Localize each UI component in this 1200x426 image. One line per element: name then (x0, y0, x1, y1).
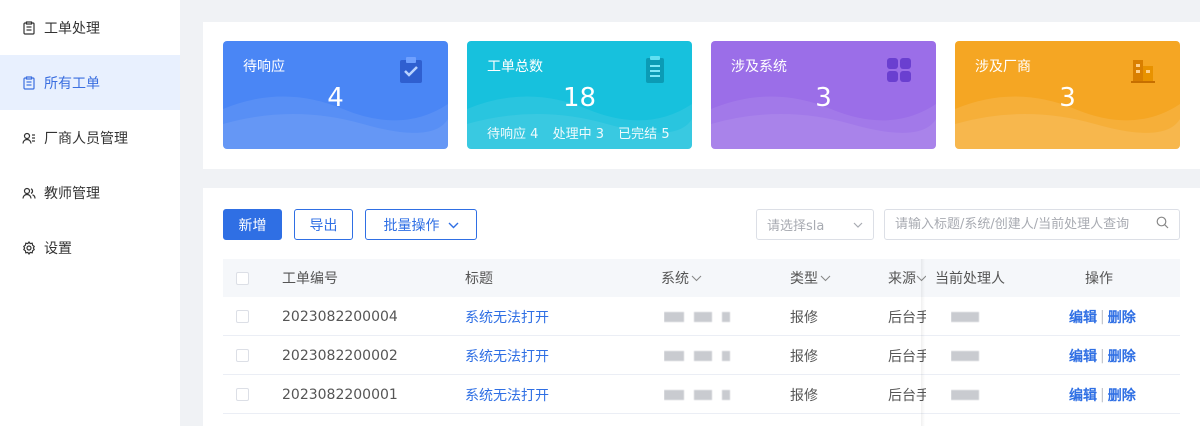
column-header-title: 标题 (465, 271, 493, 287)
stat-title: 涉及厂商 (975, 59, 1031, 75)
search-input[interactable] (895, 217, 1145, 232)
ticket-title-link[interactable]: 系统无法打开 (465, 297, 549, 336)
document-icon (646, 56, 664, 83)
ticket-number: 2023082200002 (282, 347, 398, 364)
stats-panel: 待响应 4 工单总数 18 待响应 4 处理中 3 已完结 5 涉及系统 3 涉… (203, 22, 1200, 169)
breakdown-pending: 待响应 4 (487, 127, 539, 142)
system-value-redacted (664, 336, 740, 375)
sidebar: 工单处理 所有工单 厂商人员管理 教师管理 设置 (0, 0, 180, 426)
search-icon[interactable] (1156, 216, 1169, 233)
add-button[interactable]: 新增 (223, 209, 282, 240)
column-header-system[interactable]: 系统 (661, 259, 702, 297)
column-header-type[interactable]: 类型 (790, 259, 831, 297)
stat-value: 4 (327, 83, 344, 113)
delete-link[interactable]: 删除 (1108, 346, 1136, 366)
batch-operation-button[interactable]: 批量操作 (365, 209, 477, 240)
row-actions: 编辑 | 删除 (1069, 346, 1136, 366)
ticket-title-link[interactable]: 系统无法打开 (465, 336, 549, 375)
column-header-number: 工单编号 (282, 271, 338, 287)
row-checkbox[interactable] (236, 349, 249, 362)
clipboard-check-icon (400, 57, 422, 83)
row-checkbox[interactable] (236, 388, 249, 401)
stat-value: 3 (815, 83, 832, 113)
stat-title: 涉及系统 (731, 59, 787, 75)
search-box (884, 209, 1180, 240)
fixed-column-shadow (921, 259, 925, 426)
sidebar-item-settings[interactable]: 设置 (0, 220, 180, 275)
chevron-down-icon (853, 217, 863, 232)
table-row: 2023082200004 系统无法打开 报修 后台手 编辑 | 删除 (223, 297, 1180, 336)
grid-icon (887, 58, 911, 82)
stat-value: 3 (1059, 83, 1076, 113)
edit-link[interactable]: 编辑 (1069, 307, 1097, 327)
gear-icon (22, 240, 36, 255)
system-value-redacted (664, 375, 740, 414)
sidebar-item-all-tickets[interactable]: 所有工单 (0, 55, 180, 110)
select-all-checkbox-cell[interactable] (236, 259, 249, 297)
handler-value-redacted (951, 336, 989, 375)
sla-select-placeholder: 请选择sla (767, 219, 825, 234)
sidebar-item-label: 教师管理 (44, 185, 100, 202)
table-header: 工单编号 标题 系统 类型 来源 当前处理人 操作 (223, 259, 1180, 297)
edit-link[interactable]: 编辑 (1069, 385, 1097, 405)
ticket-table-panel: 新增 导出 批量操作 请选择sla 工单编号 标题 系统 类型 来源 当前处理人… (203, 188, 1200, 426)
clipboard-icon (22, 75, 36, 90)
user-list-icon (22, 131, 36, 145)
system-value-redacted (664, 297, 740, 336)
ticket-title-link[interactable]: 系统无法打开 (465, 375, 549, 414)
export-button[interactable]: 导出 (294, 209, 353, 240)
sidebar-item-label: 设置 (44, 240, 72, 257)
stat-breakdown: 待响应 4 处理中 3 已完结 5 (487, 123, 680, 142)
stat-title: 工单总数 (487, 59, 543, 75)
stat-card-vendors[interactable]: 涉及厂商 3 (955, 41, 1180, 149)
stat-value: 18 (562, 83, 597, 113)
chevron-down-icon (691, 270, 702, 286)
stat-card-total[interactable]: 工单总数 18 待响应 4 处理中 3 已完结 5 (467, 41, 692, 149)
stat-card-pending[interactable]: 待响应 4 (223, 41, 448, 149)
handler-value-redacted (951, 297, 989, 336)
sla-select[interactable]: 请选择sla (756, 209, 874, 240)
column-header-handler: 当前处理人 (935, 271, 1005, 287)
ticket-number: 2023082200001 (282, 386, 398, 403)
breakdown-processing: 处理中 3 (552, 127, 605, 142)
delete-link[interactable]: 删除 (1108, 307, 1136, 327)
batch-operation-label: 批量操作 (383, 217, 440, 234)
stat-card-systems[interactable]: 涉及系统 3 (711, 41, 936, 149)
sidebar-item-teacher[interactable]: 教师管理 (0, 165, 180, 220)
sidebar-item-label: 所有工单 (44, 75, 100, 92)
ticket-type: 报修 (790, 387, 818, 404)
stat-title: 待响应 (243, 59, 285, 75)
users-icon (22, 186, 36, 200)
edit-link[interactable]: 编辑 (1069, 346, 1097, 366)
chevron-down-icon (820, 270, 831, 286)
building-icon (1131, 60, 1155, 83)
row-actions: 编辑 | 删除 (1069, 385, 1136, 405)
column-header-actions: 操作 (1085, 271, 1113, 287)
sidebar-item-vendor-staff[interactable]: 厂商人员管理 (0, 110, 180, 165)
delete-link[interactable]: 删除 (1108, 385, 1136, 405)
row-actions: 编辑 | 删除 (1069, 307, 1136, 327)
clipboard-icon (22, 20, 36, 35)
sidebar-item-label: 厂商人员管理 (44, 130, 128, 147)
sidebar-item-label: 工单处理 (44, 20, 100, 37)
sidebar-item-ticket-processing[interactable]: 工单处理 (0, 0, 180, 55)
ticket-type: 报修 (790, 309, 818, 326)
row-checkbox[interactable] (236, 310, 249, 323)
ticket-number: 2023082200004 (282, 308, 398, 325)
chevron-down-icon (448, 218, 459, 232)
breakdown-completed: 已完结 5 (618, 127, 670, 142)
select-all-checkbox[interactable] (236, 271, 249, 285)
table-row: 2023082200002 系统无法打开 报修 后台手 编辑 | 删除 (223, 336, 1180, 375)
ticket-type: 报修 (790, 348, 818, 365)
table-row: 2023082200001 系统无法打开 报修 后台手 编辑 | 删除 (223, 375, 1180, 414)
handler-value-redacted (951, 375, 989, 414)
